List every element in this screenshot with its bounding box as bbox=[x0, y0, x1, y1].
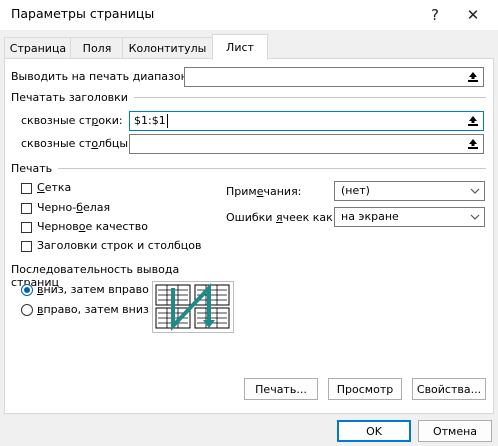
tab-page[interactable]: Страница bbox=[4, 37, 72, 59]
black-and-white-checkbox[interactable] bbox=[21, 203, 32, 214]
cols-to-repeat-input[interactable] bbox=[129, 134, 484, 154]
help-icon: ? bbox=[431, 6, 439, 24]
ok-button[interactable]: OK bbox=[337, 420, 411, 442]
print-button[interactable]: Печать... bbox=[244, 378, 318, 400]
cancel-button[interactable]: Отмена bbox=[418, 420, 492, 442]
row-col-headings-checkbox[interactable] bbox=[21, 241, 32, 252]
comments-label: Примечания: bbox=[226, 185, 302, 198]
tab-label: Поля bbox=[82, 42, 112, 55]
collapse-dialog-icon[interactable] bbox=[465, 69, 481, 85]
over-then-down-label[interactable]: вправо, затем вниз bbox=[37, 303, 149, 316]
window-title: Параметры страницы bbox=[11, 6, 155, 21]
over-then-down-radio[interactable] bbox=[21, 304, 33, 316]
draft-quality-label[interactable]: Черновое качество bbox=[37, 220, 148, 233]
properties-button[interactable]: Свойства... bbox=[412, 378, 486, 400]
print-group-label: Печать bbox=[11, 162, 53, 175]
chevron-down-icon bbox=[470, 186, 480, 199]
collapse-dialog-icon[interactable] bbox=[465, 113, 481, 129]
page-order-diagram bbox=[155, 282, 230, 332]
page-order-preview bbox=[152, 281, 234, 333]
cancel-button-label: Отмена bbox=[432, 424, 478, 438]
text-caret bbox=[167, 114, 168, 128]
print-button-label: Печать... bbox=[255, 382, 307, 396]
print-area-label: Выводить на печать диапазон: bbox=[11, 70, 192, 83]
chevron-down-icon bbox=[470, 212, 480, 225]
down-then-over-radio[interactable] bbox=[21, 284, 33, 296]
cols-to-repeat-label: сквозные столбцы: bbox=[21, 137, 132, 150]
print-group: Печать bbox=[11, 162, 486, 175]
comments-select[interactable]: (нет) bbox=[334, 181, 485, 201]
tab-label: Страница bbox=[9, 42, 67, 55]
comments-value: (нет) bbox=[341, 184, 370, 197]
preview-button-label: Просмотр bbox=[336, 382, 394, 396]
ok-button-label: OK bbox=[366, 424, 382, 438]
rows-to-repeat-label: сквозные строки: bbox=[21, 114, 123, 127]
print-titles-group-label: Печатать заголовки bbox=[11, 91, 128, 104]
gridlines-label[interactable]: Сетка bbox=[37, 181, 71, 194]
tab-sheet[interactable]: Лист bbox=[212, 34, 268, 60]
gridlines-checkbox[interactable] bbox=[21, 183, 32, 194]
preview-button[interactable]: Просмотр bbox=[328, 378, 402, 400]
collapse-dialog-icon[interactable] bbox=[465, 136, 481, 152]
print-titles-group: Печатать заголовки bbox=[11, 91, 486, 104]
print-area-input[interactable] bbox=[184, 67, 484, 87]
tab-label: Колонтитулы bbox=[128, 42, 207, 55]
cell-errors-value: на экране bbox=[341, 210, 399, 223]
down-then-over-label[interactable]: вниз, затем вправо bbox=[37, 283, 149, 296]
rows-to-repeat-value: $1:$1 bbox=[134, 114, 166, 127]
properties-button-label: Свойства... bbox=[416, 382, 482, 396]
tab-header-footer[interactable]: Колонтитулы bbox=[122, 37, 213, 59]
close-button[interactable]: ✕ bbox=[458, 0, 488, 30]
tab-label: Лист bbox=[226, 41, 254, 54]
tab-margins[interactable]: Поля bbox=[70, 37, 124, 59]
row-col-headings-label[interactable]: Заголовки строк и столбцов bbox=[37, 239, 202, 252]
cell-errors-label: Ошибки ячеек как: bbox=[226, 211, 337, 224]
draft-quality-checkbox[interactable] bbox=[21, 222, 32, 233]
rows-to-repeat-input[interactable]: $1:$1 bbox=[129, 111, 484, 131]
cell-errors-select[interactable]: на экране bbox=[334, 207, 485, 227]
help-button[interactable]: ? bbox=[420, 0, 450, 30]
close-icon: ✕ bbox=[466, 6, 480, 24]
black-and-white-label[interactable]: Черно-белая bbox=[37, 201, 110, 214]
